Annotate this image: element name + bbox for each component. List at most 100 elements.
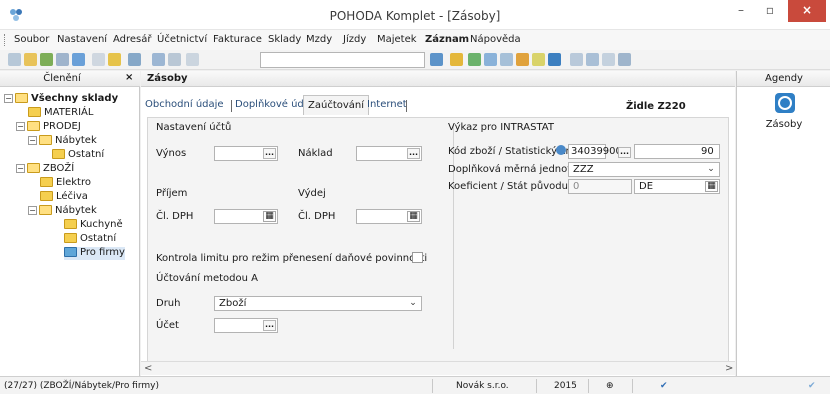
maximize-button[interactable]: ▫: [757, 0, 783, 22]
naklad-field[interactable]: ...: [356, 146, 422, 161]
close-button[interactable]: ×: [788, 0, 826, 22]
toolbar-filter-icon[interactable]: [430, 53, 443, 66]
chevron-down-icon[interactable]: ⌄: [705, 164, 717, 175]
chevron-down-icon[interactable]: ⌄: [407, 298, 419, 309]
statisticky-znak-field[interactable]: 90: [634, 144, 720, 159]
tree-label: Elektro: [56, 177, 91, 188]
tree-item-leciva[interactable]: Léčiva: [40, 191, 88, 204]
tree-expander[interactable]: −: [16, 121, 25, 131]
koeficient-field[interactable]: 0: [568, 179, 632, 194]
tree-expander[interactable]: −: [28, 135, 37, 145]
toolbar-users-icon[interactable]: [516, 53, 529, 66]
menu-zaznam[interactable]: Záznam: [425, 34, 469, 45]
stat-puvodu-picker-icon[interactable]: ▦: [705, 181, 718, 192]
toolbar-open-icon[interactable]: [8, 53, 21, 66]
agenda-item-zasoby[interactable]: Zásoby: [737, 119, 830, 130]
menu-sklady[interactable]: Sklady: [268, 34, 301, 45]
tree-item-zbozi-ostatni[interactable]: Ostatní: [64, 233, 116, 246]
vynos-field[interactable]: ...: [214, 146, 278, 161]
tree-item-elektro[interactable]: Elektro: [40, 177, 91, 190]
tree-item-prodej[interactable]: − PRODEJ: [16, 121, 81, 134]
toolbar-folder2-icon[interactable]: [450, 53, 463, 66]
cl-dph-prijem-picker-icon[interactable]: ▦: [263, 211, 276, 222]
tree-item-pro-firmy[interactable]: Pro firmy: [64, 247, 125, 260]
tree-item-zbozi-nabytek[interactable]: − Nábytek: [28, 205, 97, 218]
toolbar-new-icon[interactable]: [92, 53, 105, 66]
tree-item-vsechny-sklady[interactable]: − Všechny sklady: [4, 93, 118, 106]
naklad-browse-button[interactable]: ...: [407, 148, 420, 159]
toolbar-folder-icon[interactable]: [24, 53, 37, 66]
menu-jizdy[interactable]: Jízdy: [343, 34, 366, 45]
tree-item-prodej-ostatni[interactable]: Ostatní: [52, 149, 104, 162]
menu-soubor[interactable]: Soubor: [14, 34, 49, 45]
cl-dph-vydej-field[interactable]: ▦: [356, 209, 422, 224]
menu-fakturace[interactable]: Fakturace: [213, 34, 262, 45]
agenda-ring-icon: [778, 96, 792, 110]
horizontal-scrollbar[interactable]: < >: [141, 361, 735, 375]
tree-item-kuchyne[interactable]: Kuchyně: [64, 219, 123, 232]
toolbar-green-icon[interactable]: [468, 53, 481, 66]
menu-ucetnictvi[interactable]: Účetnictví: [157, 34, 207, 45]
toolbar-refresh-icon[interactable]: [40, 53, 53, 66]
kod-zbozi-field[interactable]: 34039900: [568, 144, 622, 159]
folder-icon: [28, 107, 41, 117]
scroll-right-icon[interactable]: >: [725, 363, 733, 374]
folder-icon: [64, 219, 77, 229]
vynos-browse-button[interactable]: ...: [263, 148, 276, 159]
statisticky-znak-value: 90: [701, 146, 714, 157]
tree-label: Kuchyně: [80, 219, 123, 230]
druh-select[interactable]: Zboží ⌄: [214, 296, 422, 311]
tree-expander[interactable]: −: [4, 93, 13, 103]
zasoby-agenda-icon[interactable]: [775, 93, 795, 113]
menu-nastaveni[interactable]: Nastavení: [57, 34, 107, 45]
minimize-button[interactable]: –: [728, 0, 754, 22]
toolbar-navigate-icon[interactable]: [128, 53, 141, 66]
tree-expander[interactable]: −: [28, 205, 37, 215]
ucet-field[interactable]: ...: [214, 318, 278, 333]
left-panel-close-icon[interactable]: ×: [125, 72, 133, 83]
cl-dph-prijem-field[interactable]: ▦: [214, 209, 278, 224]
tab-internet[interactable]: Internet: [367, 99, 407, 110]
kod-zbozi-browse-button[interactable]: ...: [618, 147, 631, 158]
ucet-browse-button[interactable]: ...: [263, 320, 276, 331]
toolbar-quick-search[interactable]: [260, 52, 425, 68]
folder-icon: [27, 163, 40, 173]
status-bar: (27/27) (ZBOŽÍ/Nábytek/Pro firmy) Novák …: [0, 376, 830, 394]
kontrola-limitu-checkbox[interactable]: [412, 252, 423, 263]
doplnkova-jednotka-select[interactable]: ZZZ ⌄: [568, 162, 720, 177]
menu-mzdy[interactable]: Mzdy: [306, 34, 332, 45]
toolbar-grid-icon[interactable]: [484, 53, 497, 66]
toolbar-table-icon[interactable]: [586, 53, 599, 66]
tab-zauctovani[interactable]: Zaúčtování: [303, 95, 370, 115]
toolbar-print-icon[interactable]: [72, 53, 85, 66]
toolbar-barcode-icon[interactable]: [532, 53, 545, 66]
toolbar-doc-icon[interactable]: [500, 53, 513, 66]
toolbar-edit-icon[interactable]: [108, 53, 121, 66]
tree-expander[interactable]: −: [16, 163, 25, 173]
stat-puvodu-field[interactable]: DE ▦: [634, 179, 720, 194]
toolbar-help-icon[interactable]: [618, 53, 631, 66]
intrastat-globe-icon[interactable]: [556, 145, 566, 155]
toolbar-list-icon[interactable]: [602, 53, 615, 66]
tree-item-prodej-nabytek[interactable]: − Nábytek: [28, 135, 97, 148]
label-cl-dph-vydej: Čl. DPH: [298, 211, 336, 222]
product-name: Židle Z220: [626, 101, 686, 112]
toolbar-save-icon[interactable]: [152, 53, 165, 66]
toolbar-copy-icon[interactable]: [186, 53, 199, 66]
toolbar-saveas-icon[interactable]: [168, 53, 181, 66]
folder-icon: [15, 93, 28, 103]
tree-label: MATERIÁL: [44, 107, 94, 118]
menu-adresar[interactable]: Adresář: [113, 34, 152, 45]
menu-majetek[interactable]: Majetek: [377, 34, 417, 45]
folder-icon: [52, 149, 65, 159]
tree-item-material[interactable]: MATERIÁL: [28, 107, 93, 120]
toolbar-calc-icon[interactable]: [548, 53, 561, 66]
menu-napoveda[interactable]: Nápověda: [470, 34, 521, 45]
cl-dph-vydej-picker-icon[interactable]: ▦: [407, 211, 420, 222]
tab-obchodni-udaje[interactable]: Obchodní údaje: [145, 99, 224, 110]
toolbar-form-icon[interactable]: [570, 53, 583, 66]
tree-item-zbozi[interactable]: − ZBOŽÍ: [16, 163, 74, 176]
toolbar-preview-icon[interactable]: [56, 53, 69, 66]
status-company: Novák s.r.o.: [456, 381, 509, 391]
scroll-left-icon[interactable]: <: [144, 363, 152, 374]
